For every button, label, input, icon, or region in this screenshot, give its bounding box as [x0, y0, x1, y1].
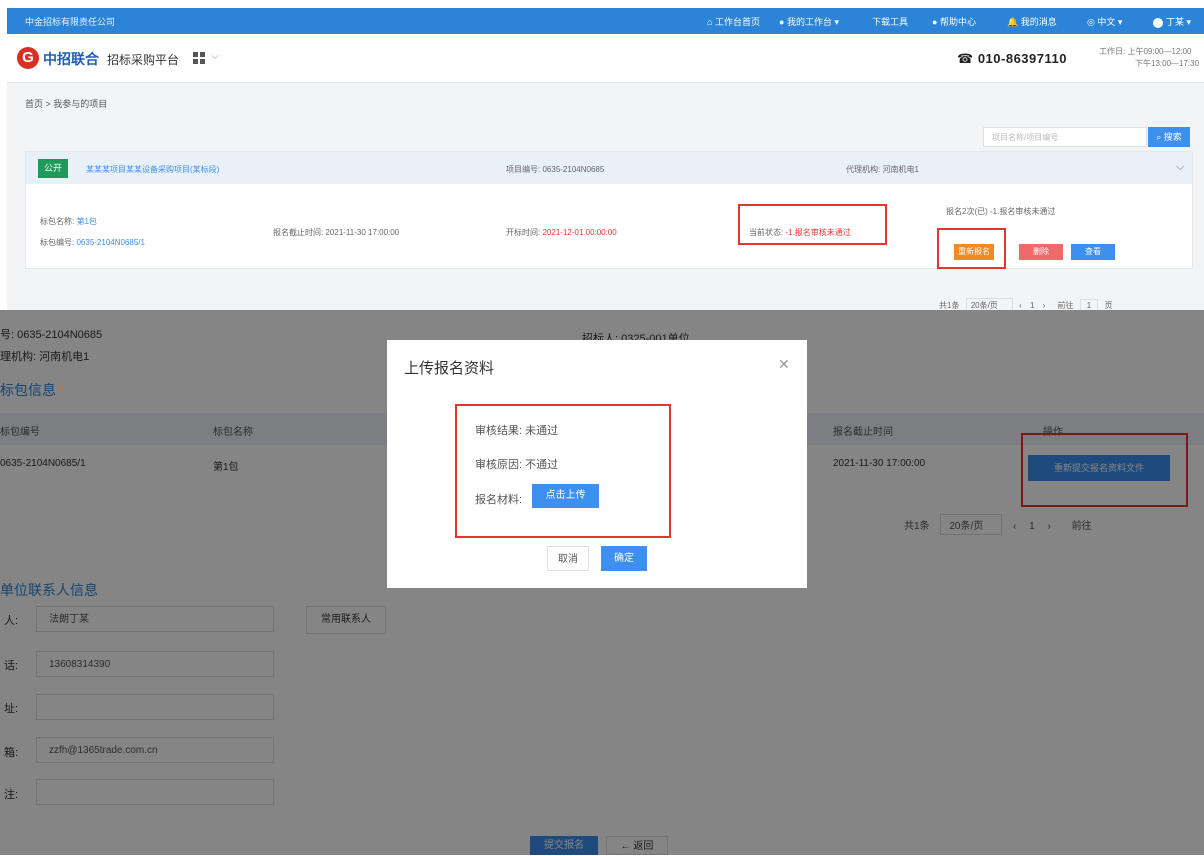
- help-icon: ●: [932, 17, 938, 27]
- avatar: [1153, 17, 1163, 28]
- hotline: ☎ 010-86397110: [957, 51, 1067, 66]
- nav-user[interactable]: 丁某 ▾: [1153, 15, 1191, 28]
- page-current[interactable]: 1: [1030, 301, 1034, 310]
- nav-workbench[interactable]: ● 我的工作台 ▾: [779, 15, 839, 28]
- next-page[interactable]: ›: [1043, 301, 1046, 310]
- nav-messages[interactable]: 🔔 我的消息: [1007, 15, 1057, 28]
- nav-home[interactable]: ⌂ 工作台首页: [707, 15, 760, 28]
- site-header: G 中招联合 招标采购平台 ⌵ ☎ 010-86397110 工作日: 上午09…: [7, 34, 1204, 83]
- nav-download[interactable]: 下载工具: [872, 15, 908, 28]
- apps-grid-icon[interactable]: [193, 52, 205, 64]
- logo-icon: G: [17, 47, 39, 69]
- nav-help[interactable]: ● 帮助中心: [932, 15, 976, 28]
- top-bar: 中金招标有限责任公司 ⌂ 工作台首页 ● 我的工作台 ▾ 下载工具 ● 帮助中心…: [7, 8, 1204, 34]
- phone-icon: ☎: [957, 51, 974, 66]
- open-time: 开标时间: 2021-12-01 00:00:00: [506, 228, 617, 237]
- project-number: 项目编号: 0635-2104N0685: [506, 165, 605, 174]
- search-icon: ⌕: [1156, 132, 1162, 142]
- lot-number: 标包编号: 0635-2104N0685/1: [40, 238, 145, 247]
- chevron-down-icon[interactable]: ⌵: [211, 51, 219, 62]
- globe-icon: ◎: [1087, 17, 1095, 27]
- dialog-title: 上传报名资料: [404, 360, 495, 377]
- delete-button[interactable]: 删除: [1019, 244, 1063, 260]
- top-screenshot: 中金招标有限责任公司 ⌂ 工作台首页 ● 我的工作台 ▾ 下载工具 ● 帮助中心…: [7, 8, 1204, 310]
- breadcrumb: 首页 > 我参与的项目: [25, 99, 108, 109]
- progress-note: 报名2次(已) -1.报名审核未通过: [946, 207, 1056, 216]
- work-time: 工作日: 上午09:00—12:00 下午13:00—17:30: [1099, 47, 1200, 68]
- prev-page[interactable]: ‹: [1019, 301, 1022, 310]
- chevron-down-icon[interactable]: ⌵: [1176, 161, 1184, 174]
- agency: 代理机构: 河南机电1: [846, 165, 919, 174]
- signup-deadline: 报名截止时间: 2021-11-30 17:00:00: [273, 228, 400, 237]
- project-title-link[interactable]: 某某某项目某某设备采购项目(某标段): [86, 164, 219, 175]
- goto-page-input[interactable]: 1: [1079, 299, 1099, 310]
- home-icon: ⌂: [707, 17, 713, 27]
- system-name: 招标采购平台: [107, 53, 180, 67]
- project-card: 公开 某某某项目某某设备采购项目(某标段) 项目编号: 0635-2104N06…: [25, 151, 1193, 269]
- pagination: 共1条 20条/页 ‹ 1 › 前往 1 页: [939, 298, 1112, 310]
- confirm-button[interactable]: 确定: [601, 546, 647, 571]
- page-size-select[interactable]: 20条/页: [965, 298, 1013, 310]
- public-tag: 公开: [38, 159, 68, 178]
- status-highlight-box: [738, 204, 887, 245]
- cancel-button[interactable]: 取消: [547, 546, 589, 571]
- brand-name: 中招联合: [43, 51, 99, 67]
- search-button[interactable]: ⌕ 搜索: [1148, 127, 1190, 147]
- close-icon[interactable]: ✕: [778, 356, 790, 373]
- modal-highlight-box: [455, 404, 671, 538]
- nav-language[interactable]: ◎ 中文 ▾: [1087, 15, 1122, 28]
- project-card-header: 公开 某某某项目某某设备采购项目(某标段) 项目编号: 0635-2104N06…: [26, 152, 1192, 184]
- chevron-down-icon: ▾: [834, 17, 840, 27]
- project-search-input[interactable]: 项目名称/项目编号: [983, 127, 1147, 147]
- upload-materials-dialog: 上传报名资料 ✕ 审核结果: 未通过 审核原因: 不通过 报名材料: 点击上传 …: [387, 340, 807, 588]
- view-button[interactable]: 查看: [1071, 244, 1115, 260]
- bell-icon: 🔔: [1007, 17, 1019, 27]
- resubmit-highlight-box: [937, 228, 1006, 269]
- user-icon: ●: [779, 17, 785, 27]
- company-name: 中金招标有限责任公司: [25, 17, 116, 27]
- lot-name: 标包名称: 第1包: [40, 217, 97, 226]
